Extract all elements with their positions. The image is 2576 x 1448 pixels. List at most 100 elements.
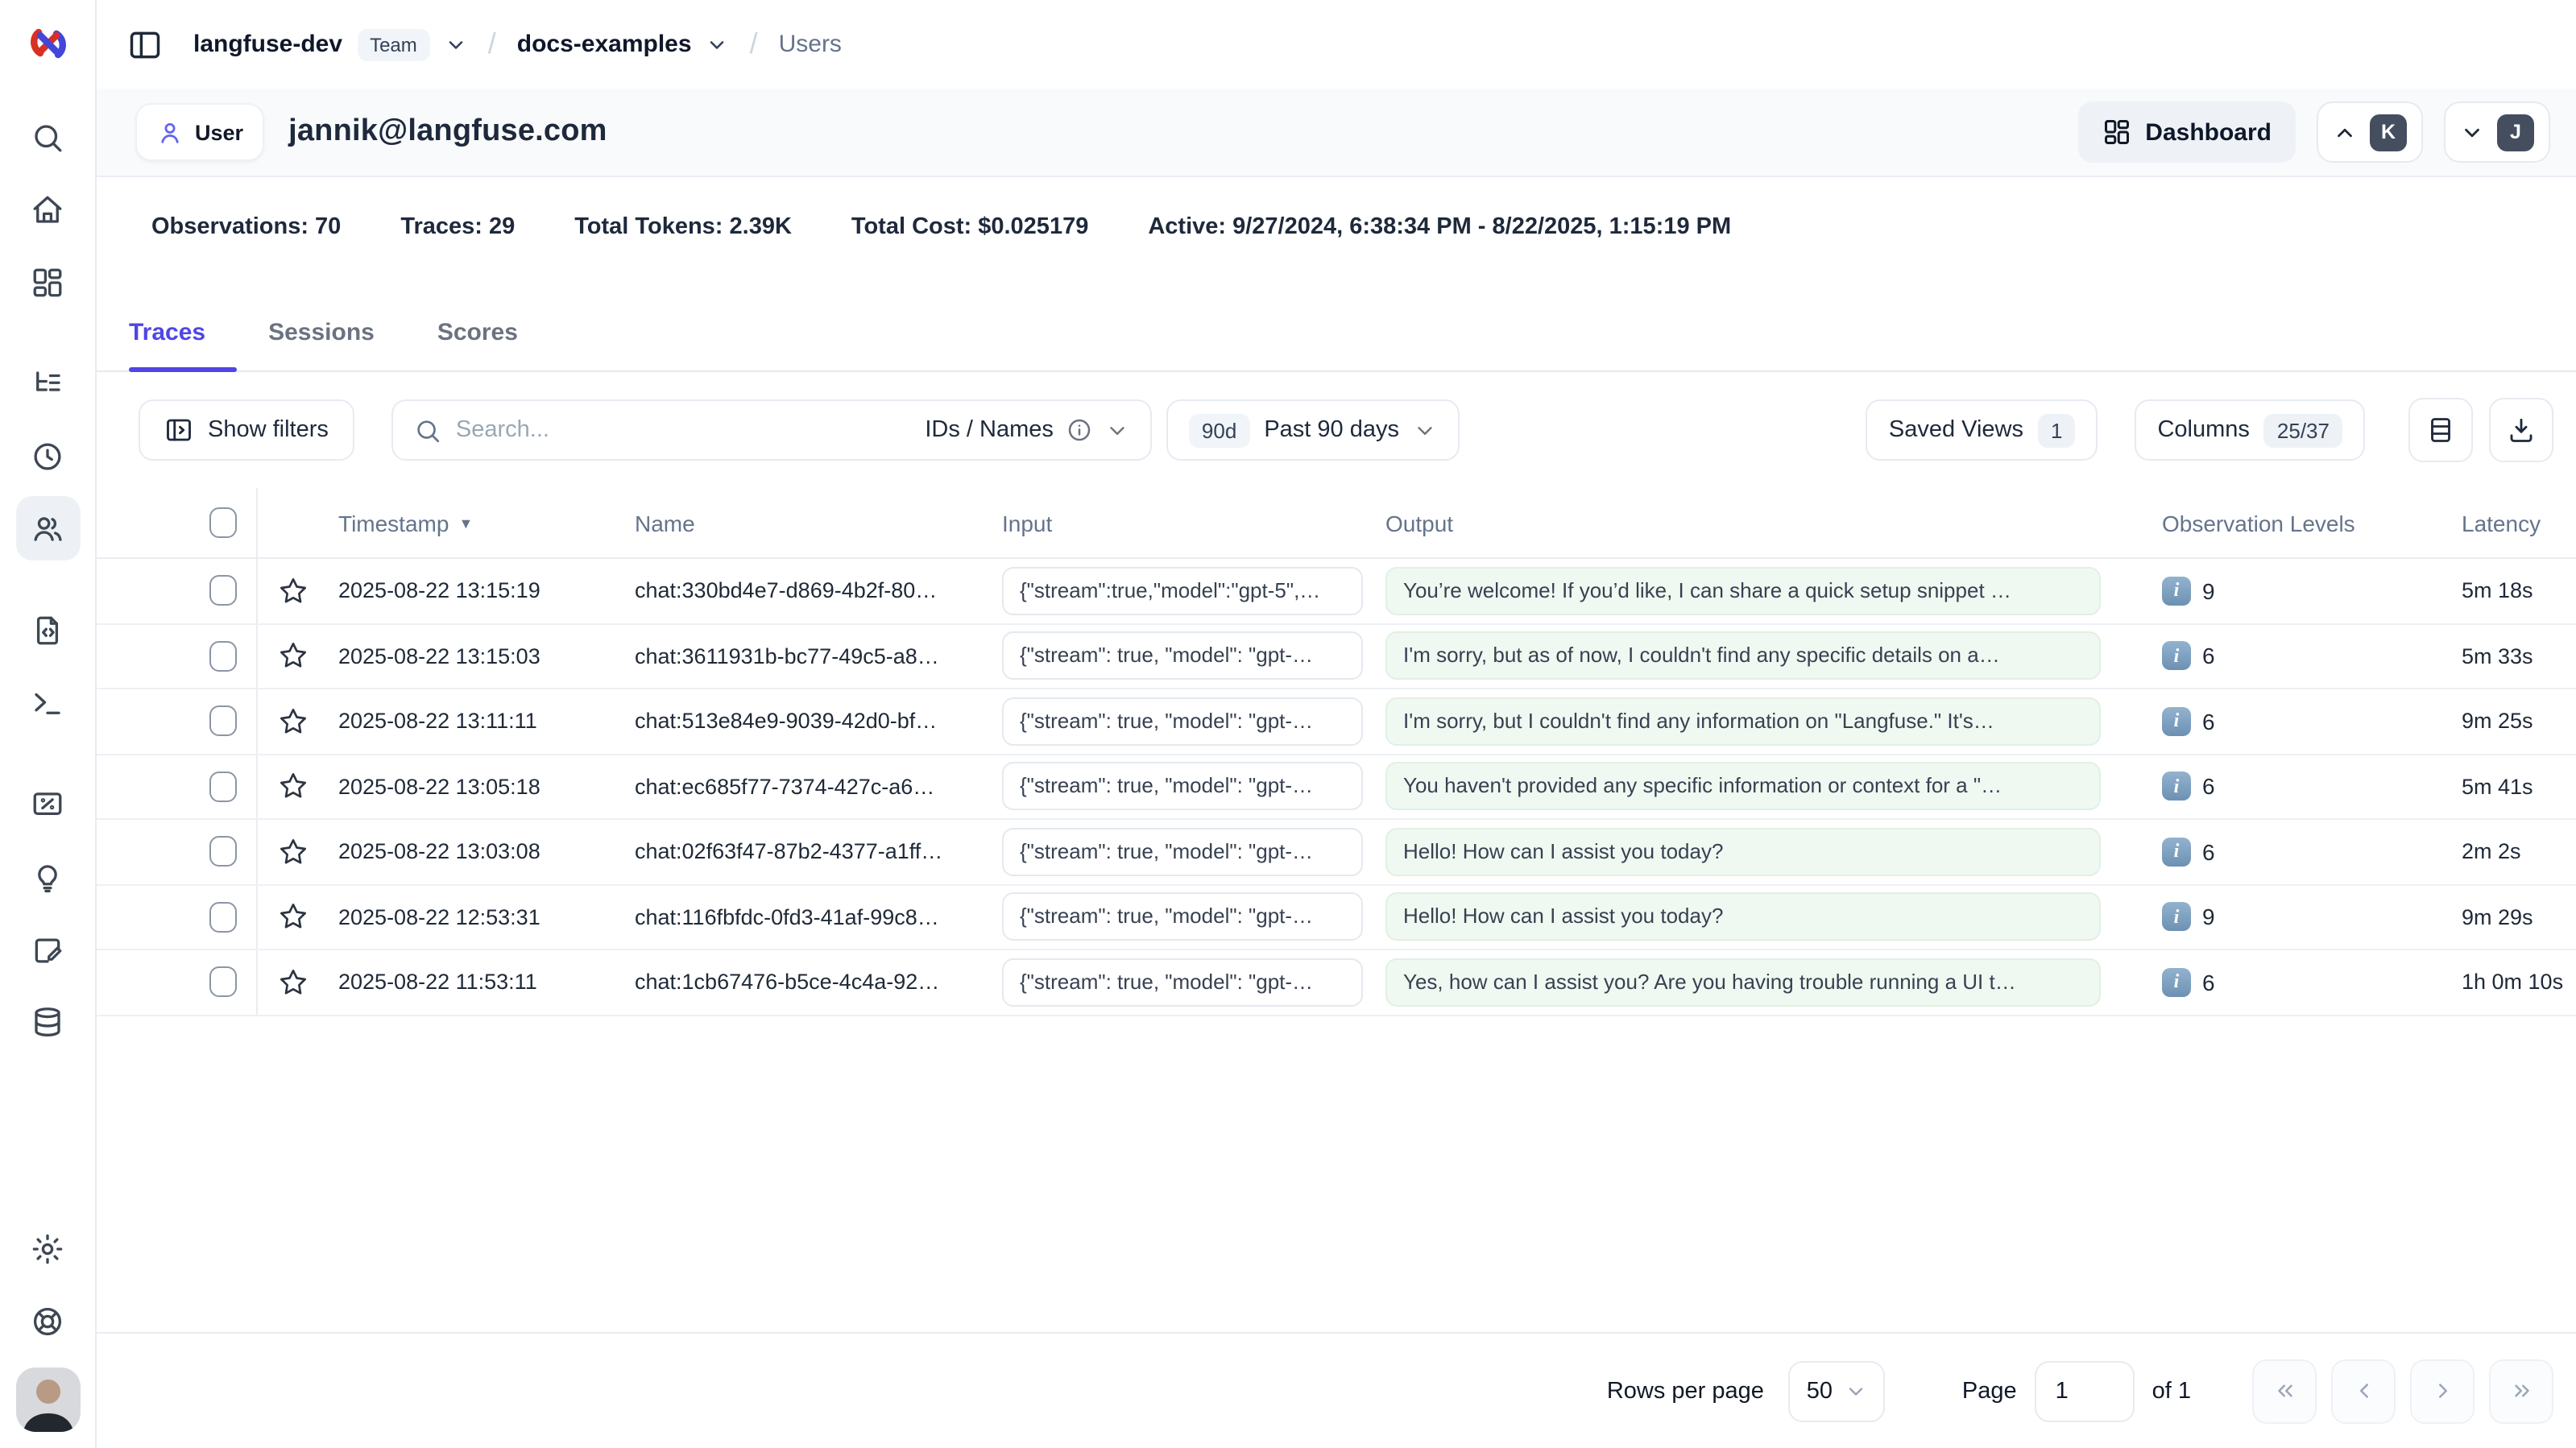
column-header-timestamp[interactable]: Timestamp▼ [329,488,628,557]
row-checkbox[interactable] [209,837,237,867]
row-height-button[interactable] [2408,398,2473,462]
org-switcher-chevron-icon[interactable] [445,33,467,56]
previous-page-button[interactable] [2331,1359,2396,1423]
sidebar-toggle-icon[interactable] [119,19,171,70]
trace-output-preview[interactable]: Hello! How can I assist you today? [1385,828,2101,876]
show-filters-button[interactable]: Show filters [139,399,354,461]
trace-name[interactable]: chat:1cb67476-b5ce-4c4a-92… [628,950,992,1014]
trace-output-preview[interactable]: You haven't provided any specific inform… [1385,763,2101,811]
table-row[interactable]: 2025-08-22 13:03:08 chat:02f63f47-87b2-4… [97,820,2576,885]
breadcrumb-org[interactable]: langfuse-dev [193,31,342,58]
search-box[interactable]: IDs / Names [391,399,1152,461]
page-number-input[interactable] [2035,1360,2135,1421]
star-icon[interactable] [277,836,309,868]
trace-name[interactable]: chat:3611931b-bc77-49c5-a8… [628,624,992,688]
trace-output-preview[interactable]: Hello! How can I assist you today? [1385,893,2101,941]
trace-input-preview[interactable]: {"stream": true, "model": "gpt-… [1002,697,1363,746]
dashboard-button[interactable]: Dashboard [2077,101,2296,163]
sidebar-item-datasets[interactable] [15,989,80,1053]
trace-name[interactable]: chat:02f63f47-87b2-4377-a1ff… [628,820,992,883]
shortcut-key-k: K [2370,114,2407,151]
trace-timestamp[interactable]: 2025-08-22 11:53:11 [329,950,628,1014]
trace-timestamp[interactable]: 2025-08-22 12:53:31 [329,885,628,949]
trace-timestamp[interactable]: 2025-08-22 13:11:11 [329,689,628,753]
star-icon[interactable] [277,640,309,672]
export-button[interactable] [2489,398,2553,462]
row-checkbox[interactable] [209,641,237,672]
sidebar-item-sessions[interactable] [15,424,80,488]
sidebar-item-dashboards[interactable] [15,250,80,314]
star-icon[interactable] [277,901,309,933]
last-page-button[interactable] [2489,1359,2553,1423]
sidebar-item-search[interactable] [15,105,80,169]
trace-name[interactable]: chat:116fbfdc-0fd3-41af-99c8… [628,885,992,949]
sidebar-item-prompts[interactable] [15,598,80,662]
row-checkbox[interactable] [209,902,237,933]
trace-timestamp[interactable]: 2025-08-22 13:15:19 [329,559,628,623]
next-user-button[interactable]: J [2444,101,2550,163]
table-row[interactable]: 2025-08-22 13:15:19 chat:330bd4e7-d869-4… [97,559,2576,624]
saved-views-button[interactable]: Saved Views 1 [1866,399,2098,461]
langfuse-logo-icon[interactable] [25,21,70,66]
column-header-output[interactable]: Output [1379,488,2120,557]
support-icon[interactable] [15,1289,80,1353]
sidebar-item-evals[interactable] [15,772,80,836]
trace-timestamp[interactable]: 2025-08-22 13:05:18 [329,755,628,818]
star-icon[interactable] [277,575,309,607]
table-row[interactable]: 2025-08-22 11:53:11 chat:1cb67476-b5ce-4… [97,950,2576,1016]
trace-output-preview[interactable]: You’re welcome! If you’d like, I can sha… [1385,567,2101,615]
trace-name[interactable]: chat:330bd4e7-d869-4b2f-80… [628,559,992,623]
previous-user-button[interactable]: K [2317,101,2423,163]
tab-sessions[interactable]: Sessions [268,296,405,370]
trace-name[interactable]: chat:513e84e9-9039-42d0-bf… [628,689,992,753]
tab-scores[interactable]: Scores [437,296,549,370]
row-checkbox[interactable] [209,576,237,606]
trace-input-preview[interactable]: {"stream": true, "model": "gpt-… [1002,632,1363,681]
row-checkbox[interactable] [209,772,237,802]
tab-traces[interactable]: Traces [129,296,236,370]
search-scope-selector[interactable]: IDs / Names [925,417,1129,443]
column-header-observation-levels[interactable]: Observation Levels [2120,488,2436,557]
sidebar-item-playground[interactable] [15,670,80,734]
row-checkbox[interactable] [209,706,237,737]
settings-icon[interactable] [15,1216,80,1280]
first-page-button[interactable] [2252,1359,2317,1423]
date-range-button[interactable]: 90d Past 90 days [1166,399,1460,461]
star-icon[interactable] [277,771,309,803]
user-avatar[interactable] [15,1367,80,1432]
trace-input-preview[interactable]: {"stream": true, "model": "gpt-… [1002,958,1363,1007]
search-input[interactable] [456,417,910,443]
row-checkbox[interactable] [209,967,237,998]
column-header-input[interactable]: Input [992,488,1379,557]
next-page-button[interactable] [2410,1359,2475,1423]
trace-input-preview[interactable]: {"stream":true,"model":"gpt-5",… [1002,567,1363,615]
sidebar-item-users[interactable] [15,496,80,561]
project-switcher-chevron-icon[interactable] [706,33,729,56]
breadcrumb-project[interactable]: docs-examples [517,31,692,58]
trace-input-preview[interactable]: {"stream": true, "model": "gpt-… [1002,828,1363,876]
table-row[interactable]: 2025-08-22 13:15:03 chat:3611931b-bc77-4… [97,624,2576,689]
table-row[interactable]: 2025-08-22 13:11:11 chat:513e84e9-9039-4… [97,689,2576,755]
trace-input-preview[interactable]: {"stream": true, "model": "gpt-… [1002,763,1363,811]
star-icon[interactable] [277,705,309,738]
sidebar-item-annotation-queues[interactable] [15,916,80,981]
trace-timestamp[interactable]: 2025-08-22 13:03:08 [329,820,628,883]
star-icon[interactable] [277,966,309,999]
breadcrumb-page[interactable]: Users [779,31,842,58]
trace-output-preview[interactable]: I'm sorry, but I couldn't find any infor… [1385,697,2101,746]
trace-name[interactable]: chat:ec685f77-7374-427c-a6… [628,755,992,818]
trace-output-preview[interactable]: Yes, how can I assist you? Are you havin… [1385,958,2101,1007]
table-row[interactable]: 2025-08-22 13:05:18 chat:ec685f77-7374-4… [97,755,2576,820]
columns-button[interactable]: Columns 25/37 [2135,399,2365,461]
trace-input-preview[interactable]: {"stream": true, "model": "gpt-… [1002,893,1363,941]
sidebar-item-insights[interactable] [15,844,80,908]
column-header-latency[interactable]: Latency [2436,488,2576,557]
trace-output-preview[interactable]: I'm sorry, but as of now, I couldn't fin… [1385,632,2101,681]
rows-per-page-select[interactable]: 50 [1788,1360,1885,1421]
table-row[interactable]: 2025-08-22 12:53:31 chat:116fbfdc-0fd3-4… [97,885,2576,950]
sidebar-item-tracing[interactable] [15,351,80,416]
trace-timestamp[interactable]: 2025-08-22 13:15:03 [329,624,628,688]
sidebar-item-home[interactable] [15,177,80,242]
select-all-checkbox[interactable] [209,507,237,538]
column-header-name[interactable]: Name [628,488,992,557]
